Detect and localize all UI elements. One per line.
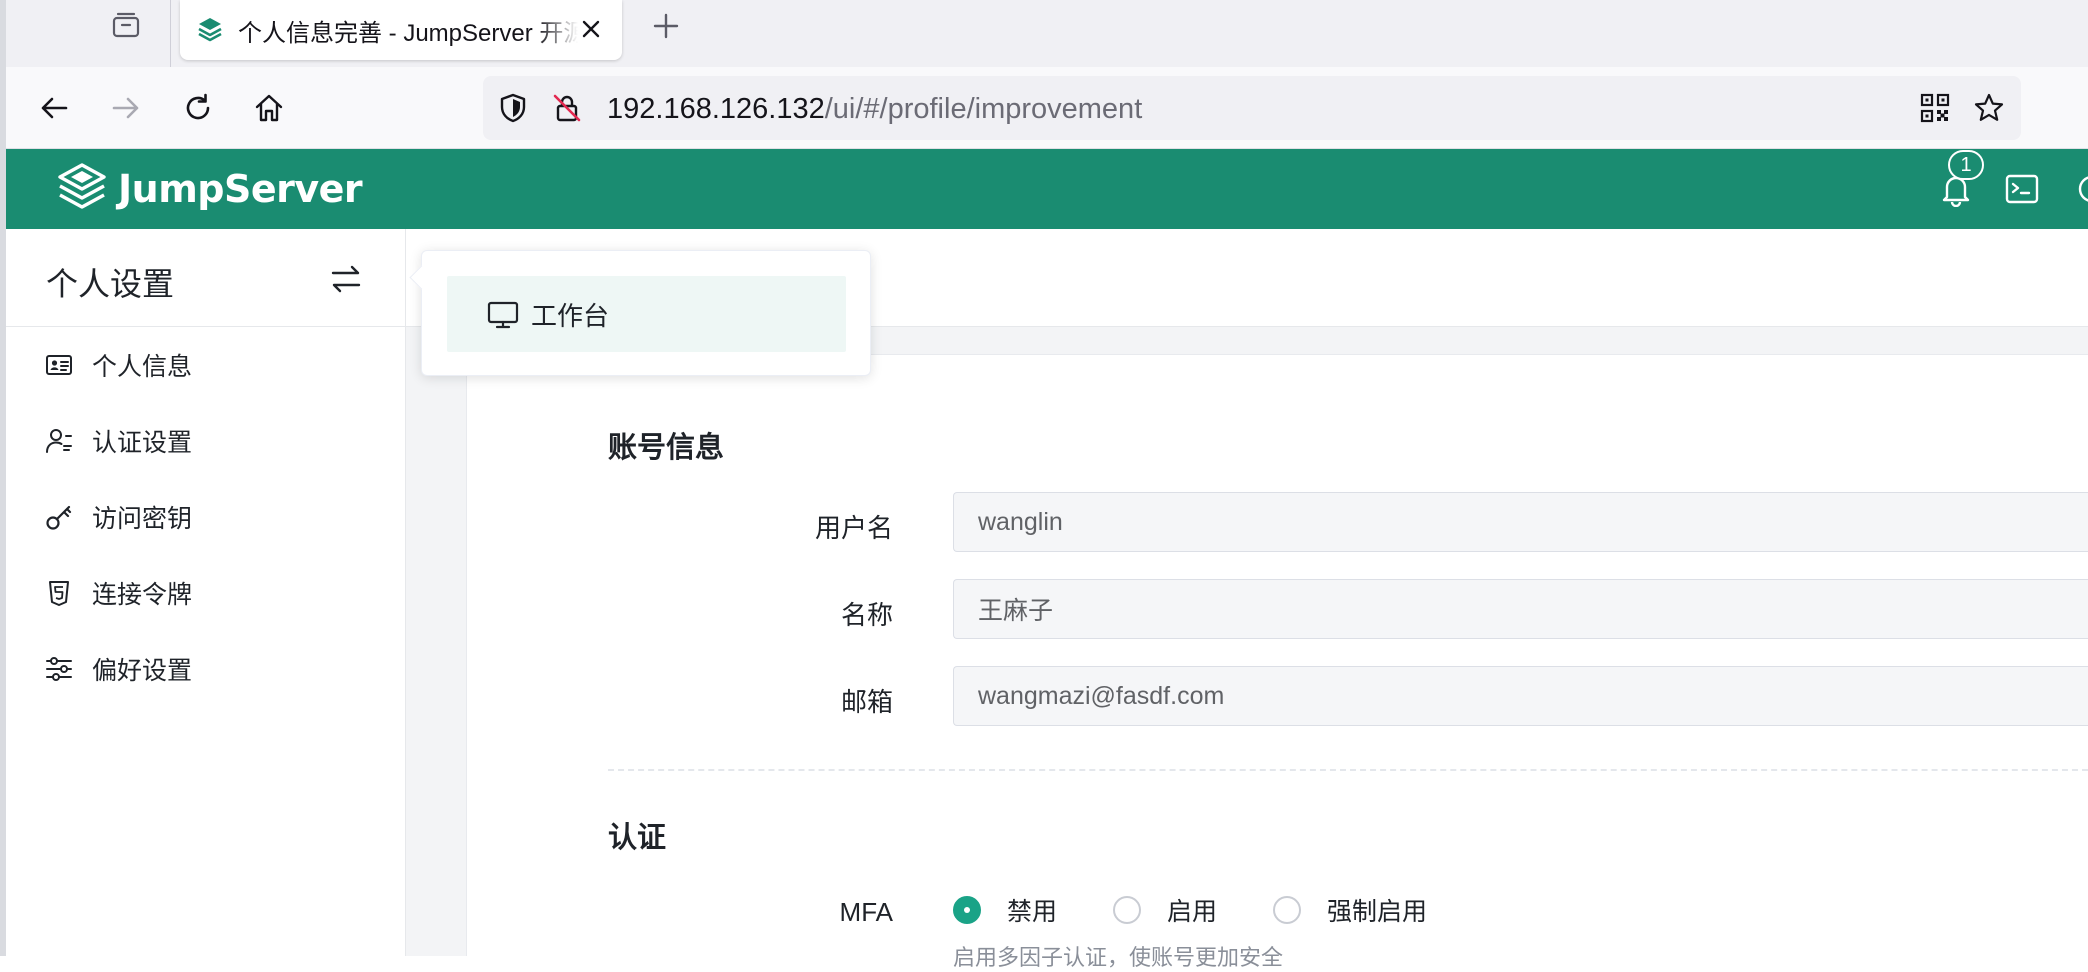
terminal-icon[interactable] <box>2004 172 2040 206</box>
back-icon[interactable] <box>34 88 74 128</box>
name-value: 王麻子 <box>978 597 1054 625</box>
browser-tab-active[interactable]: 个人信息完善 - JumpServer 开源堡垒机 <box>180 0 622 60</box>
home-icon[interactable] <box>249 88 289 128</box>
sidebar-item-label: 连接令牌 <box>92 581 193 609</box>
name-field[interactable]: 王麻子 <box>953 579 2088 639</box>
account-section-title: 账号信息 <box>608 432 725 464</box>
name-label: 名称 <box>840 600 893 630</box>
id-card-icon <box>46 355 72 375</box>
qr-code-icon[interactable] <box>1919 92 1951 124</box>
mfa-option-disabled[interactable]: 禁用 <box>953 892 1057 928</box>
monitor-icon <box>487 301 519 329</box>
app-header: JumpServer <box>0 149 2088 229</box>
sidebar-item-profile[interactable]: 个人信息 <box>0 327 406 403</box>
key-icon <box>46 505 72 530</box>
sidebar-item-label: 个人信息 <box>92 353 193 381</box>
url-path: /ui/#/profile/improvement <box>824 93 1143 125</box>
logo-text: JumpServer <box>118 167 363 211</box>
radio-label: 禁用 <box>1007 898 1058 926</box>
user-settings-icon <box>46 429 72 453</box>
browser-tab-bar: 个人信息完善 - JumpServer 开源堡垒机 <box>0 0 2088 67</box>
reload-icon[interactable] <box>178 88 218 128</box>
popover-item-workbench[interactable]: 工作台 <box>447 276 846 352</box>
email-value: wangmazi@fasdf.com <box>978 681 1225 710</box>
sidebar-title: 个人设置 <box>46 266 175 302</box>
email-label: 邮箱 <box>840 687 893 717</box>
bookmark-star-icon[interactable] <box>1973 92 2005 124</box>
help-icon[interactable] <box>2074 171 2088 207</box>
address-bar[interactable]: 192.168.126.132/ui/#/profile/improvement <box>483 76 2021 140</box>
notification-badge: 1 <box>1948 150 1984 180</box>
jumpserver-favicon-icon <box>198 18 222 42</box>
tracking-shield-icon[interactable] <box>497 92 529 124</box>
switch-view-icon[interactable] <box>328 261 364 297</box>
radio-label: 强制启用 <box>1327 898 1428 926</box>
token-icon <box>49 581 69 606</box>
username-label: 用户名 <box>814 513 893 543</box>
jumpserver-logo[interactable]: JumpServer <box>54 161 363 217</box>
auth-section-title: 认证 <box>608 822 667 854</box>
email-field[interactable]: wangmazi@fasdf.com <box>953 666 2088 726</box>
mfa-option-enabled[interactable]: 启用 <box>1113 892 1217 928</box>
sidebar: 个人设置 个人信息 认证设置 访问密钥 连接令牌 偏好设置 <box>0 229 406 956</box>
mfa-help-text: 启用多因子认证，使账号更加安全 <box>953 945 1284 970</box>
mfa-label: MFA <box>839 897 893 927</box>
url-text: 192.168.126.132/ui/#/profile/improvement <box>607 93 1142 126</box>
radio-label: 启用 <box>1167 898 1218 926</box>
sidebar-item-preferences[interactable]: 偏好设置 <box>0 631 406 707</box>
sidebar-item-auth-settings[interactable]: 认证设置 <box>0 403 406 479</box>
tab-groups-icon[interactable] <box>108 8 144 44</box>
section-divider <box>608 769 2088 771</box>
radio-button[interactable] <box>953 896 981 924</box>
url-host: 192.168.126.132 <box>607 93 825 125</box>
new-tab-icon[interactable] <box>648 8 684 44</box>
tab-title: 个人信息完善 - JumpServer 开源堡垒机 <box>238 19 578 47</box>
tab-close-icon[interactable] <box>576 14 606 44</box>
sidebar-menu: 个人信息 认证设置 访问密钥 连接令牌 偏好设置 <box>0 327 406 707</box>
sidebar-item-label: 访问密钥 <box>92 505 193 533</box>
sidebar-item-access-keys[interactable]: 访问密钥 <box>0 479 406 555</box>
sidebar-item-label: 偏好设置 <box>92 657 193 685</box>
mfa-option-forced[interactable]: 强制启用 <box>1273 892 1427 928</box>
forward-icon[interactable] <box>106 88 146 128</box>
view-switch-popover: 工作台 <box>421 250 871 376</box>
sidebar-header: 个人设置 <box>0 229 406 327</box>
mfa-radio-group: 禁用 启用 强制启用 <box>953 891 1483 929</box>
username-field[interactable]: wanglin <box>953 492 2088 552</box>
browser-nav-bar: 192.168.126.132/ui/#/profile/improvement <box>0 67 2088 149</box>
username-value: wanglin <box>978 507 1063 536</box>
sidebar-item-label: 认证设置 <box>92 429 193 457</box>
sidebar-item-connection-token[interactable]: 连接令牌 <box>0 555 406 631</box>
tab-separator <box>170 0 171 67</box>
insecure-lock-icon[interactable] <box>551 92 583 124</box>
radio-button[interactable] <box>1273 896 1302 924</box>
jumpserver-logo-icon <box>58 163 106 209</box>
sliders-icon <box>46 657 72 681</box>
window-left-edge <box>0 0 6 956</box>
popover-item-label: 工作台 <box>531 300 610 331</box>
radio-button[interactable] <box>1113 896 1142 924</box>
